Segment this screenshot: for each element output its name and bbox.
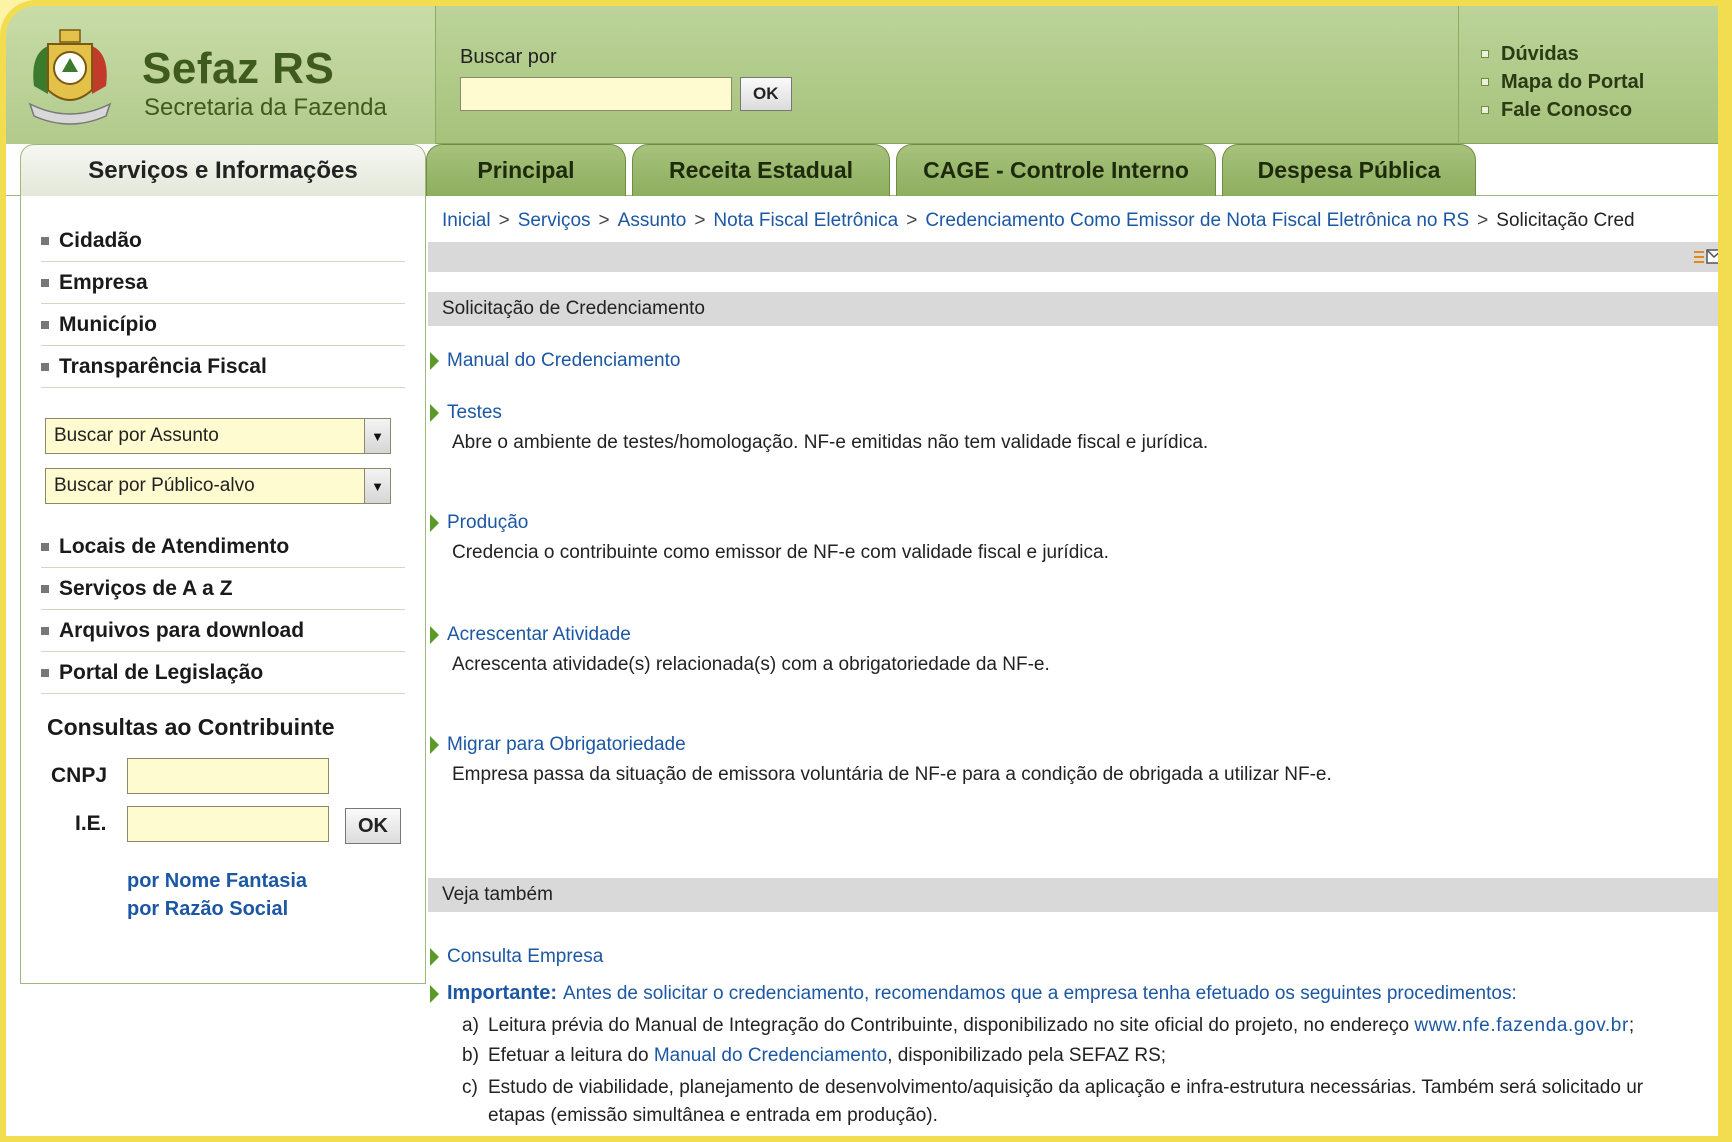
- section-title-bar: Solicitação de Credenciamento: [428, 292, 1718, 326]
- top-link-duvidas[interactable]: Dúvidas: [1459, 40, 1718, 68]
- breadcrumb-nfe[interactable]: Nota Fiscal Eletrônica: [713, 210, 898, 231]
- breadcrumb-credenciamento[interactable]: Credenciamento Como Emissor de Nota Fisc…: [925, 210, 1469, 231]
- top-link-fale-conosco[interactable]: Fale Conosco: [1459, 96, 1718, 124]
- link-acrescentar[interactable]: Acrescentar Atividade: [430, 624, 1050, 646]
- logo-area[interactable]: Sefaz RS Secretaria da Fazenda: [6, 6, 436, 144]
- breadcrumb-servicos[interactable]: Serviços: [518, 210, 591, 231]
- cnpj-label: CNPJ: [51, 764, 108, 787]
- link-consulta-empresa[interactable]: Consulta Empresa: [430, 946, 603, 968]
- top-link-mapa[interactable]: Mapa do Portal: [1459, 68, 1718, 96]
- sidebar-item-empresa[interactable]: Empresa: [41, 262, 405, 304]
- tab-row: Serviços e Informações Principal Receita…: [6, 144, 1718, 196]
- desc-migrar: Empresa passa da situação de emissora vo…: [452, 764, 1332, 785]
- see-also-bar: Veja também: [428, 878, 1718, 912]
- link-migrar[interactable]: Migrar para Obrigatoriedade: [430, 734, 1332, 756]
- logo-title: Sefaz RS: [142, 44, 335, 93]
- tab-receita-estadual[interactable]: Receita Estadual: [632, 144, 890, 196]
- list-item-c: c) Estudo de viabilidade, planejamento de…: [462, 1077, 1644, 1126]
- header-search: Buscar por OK: [460, 46, 792, 111]
- sidebar-item-legislacao[interactable]: Portal de Legislação: [41, 652, 405, 694]
- manual-link[interactable]: Manual do Credenciamento: [430, 350, 680, 372]
- main-content: Inicial > Serviços > Assunto > Nota Fiscal Ele…: [426, 196, 1722, 1136]
- breadcrumb-current: Solicitação Cred: [1496, 210, 1635, 231]
- important-note: Importante: Antes de solicitar o credenc…: [430, 982, 1517, 1005]
- desc-acrescentar: Acrescenta atividade(s) relacionada(s) c…: [452, 654, 1050, 675]
- cnpj-input[interactable]: [127, 758, 329, 794]
- square-bullet-icon: [41, 278, 49, 287]
- square-bullet-icon: [41, 320, 49, 329]
- important-text: Antes de solicitar o credenciamento, rec…: [563, 982, 1517, 1004]
- link-razao-social[interactable]: por Razão Social: [127, 898, 288, 921]
- dropdown-arrow-icon[interactable]: ▼: [364, 419, 390, 453]
- search-label: Buscar por: [460, 46, 557, 68]
- manual-item: Manual do Credenciamento: [430, 350, 680, 372]
- sidebar-item-locais[interactable]: Locais de Atendimento: [41, 526, 405, 568]
- link-producao[interactable]: Produção: [430, 512, 1109, 534]
- sidebar-item-cidadao[interactable]: Cidadão: [41, 220, 405, 262]
- dropdown-arrow-icon[interactable]: ▼: [364, 469, 390, 503]
- square-bullet-icon: [41, 584, 49, 593]
- list-item-a: a) Leitura prévia do Manual de Integração…: [462, 1015, 1635, 1036]
- sidebar-item-servicos-az[interactable]: Serviços de A a Z: [41, 568, 405, 610]
- item-migrar: Migrar para Obrigatoriedade Empresa pass…: [430, 734, 1332, 786]
- important-label: Importante:: [447, 982, 557, 1004]
- square-bullet-icon: [41, 626, 49, 635]
- page-frame: Sefaz RS Secretaria da Fazenda Buscar po…: [0, 0, 1732, 1142]
- arrow-right-icon: [430, 984, 439, 1003]
- link-nome-fantasia[interactable]: por Nome Fantasia: [127, 870, 307, 893]
- top-links: Dúvidas Mapa do Portal Fale Conosco: [1458, 6, 1718, 144]
- bullet-icon: [1481, 106, 1489, 114]
- square-bullet-icon: [41, 668, 49, 677]
- list-item-b: b) Efetuar a leitura do Manual do Credenc…: [462, 1045, 1167, 1066]
- item-acrescentar: Acrescentar Atividade Acrescenta ativida…: [430, 624, 1050, 676]
- tab-despesa-publica[interactable]: Despesa Pública: [1222, 144, 1476, 196]
- search-ok-button[interactable]: OK: [740, 77, 792, 111]
- arrow-right-icon: [430, 948, 439, 966]
- desc-testes: Abre o ambiente de testes/homologação. N…: [452, 432, 1209, 453]
- tab-servicos-informacoes[interactable]: Serviços e Informações: [20, 144, 426, 196]
- link-nfe-url[interactable]: www.nfe.fazenda.gov.br: [1414, 1015, 1629, 1036]
- bullet-icon: [1481, 78, 1489, 86]
- sidebar-item-arquivos[interactable]: Arquivos para download: [41, 610, 405, 652]
- square-bullet-icon: [41, 236, 49, 245]
- search-input[interactable]: [460, 77, 732, 111]
- ie-label: I.E.: [75, 812, 107, 835]
- link-manual-credenciamento[interactable]: Manual do Credenciamento: [654, 1045, 887, 1066]
- desc-producao: Credencia o contribuinte como emissor de…: [452, 542, 1109, 563]
- select-publico-alvo[interactable]: Buscar por Público-alvo ▼: [45, 468, 391, 504]
- consultas-title: Consultas ao Contribuinte: [47, 714, 335, 740]
- site-header: Sefaz RS Secretaria da Fazenda Buscar po…: [6, 6, 1718, 144]
- item-consulta-empresa: Consulta Empresa: [430, 946, 603, 968]
- arrow-right-icon: [430, 404, 439, 422]
- coat-of-arms-icon: [28, 29, 112, 125]
- tab-cage[interactable]: CAGE - Controle Interno: [896, 144, 1216, 196]
- sidebar-item-transparencia[interactable]: Transparência Fiscal: [41, 346, 405, 388]
- print-email-icon[interactable]: [1694, 248, 1722, 266]
- bullet-icon: [1481, 50, 1489, 58]
- square-bullet-icon: [41, 542, 49, 551]
- breadcrumb-assunto[interactable]: Assunto: [618, 210, 687, 231]
- breadcrumb-inicial[interactable]: Inicial: [442, 210, 491, 231]
- arrow-right-icon: [430, 626, 439, 644]
- arrow-right-icon: [430, 736, 439, 754]
- ie-input[interactable]: [127, 806, 329, 842]
- item-testes: Testes Abre o ambiente de testes/homolog…: [430, 402, 1208, 454]
- logo-subtitle: Secretaria da Fazenda: [144, 94, 387, 121]
- arrow-right-icon: [430, 514, 439, 532]
- arrow-right-icon: [430, 352, 439, 370]
- square-bullet-icon: [41, 362, 49, 371]
- sidebar-item-municipio[interactable]: Município: [41, 304, 405, 346]
- tab-principal[interactable]: Principal: [426, 144, 626, 196]
- link-testes[interactable]: Testes: [430, 402, 1208, 424]
- sidebar: Cidadão Empresa Município Transparência …: [20, 196, 426, 984]
- page-toolbar: [428, 242, 1722, 272]
- item-producao: Produção Credencia o contribuinte como e…: [430, 512, 1109, 564]
- select-assunto[interactable]: Buscar por Assunto ▼: [45, 418, 391, 454]
- breadcrumb: Inicial > Serviços > Assunto > Nota Fiscal Ele…: [442, 210, 1635, 231]
- consulta-ok-button[interactable]: OK: [345, 808, 401, 844]
